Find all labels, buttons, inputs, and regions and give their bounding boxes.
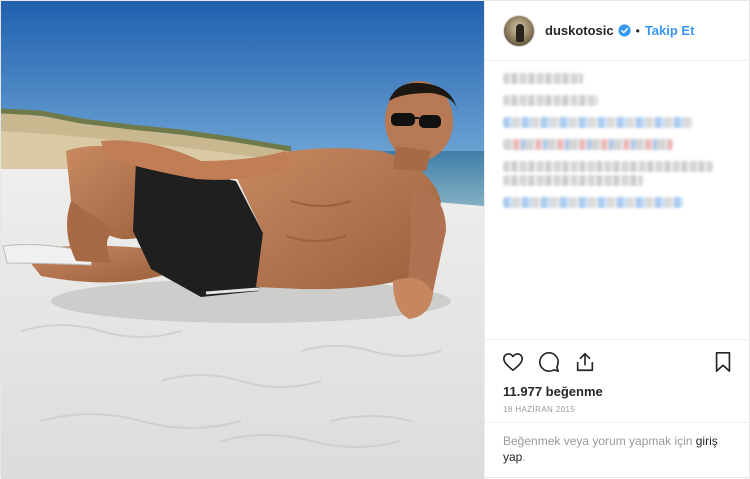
post-sidebar: duskotosic • Takip Et 11.977 beğenme 18 …: [484, 1, 749, 479]
likes-count[interactable]: 11.977 beğenme: [485, 383, 749, 401]
comments-section: [485, 61, 749, 339]
heart-icon[interactable]: [501, 350, 525, 374]
blurred-comment-line: [503, 117, 693, 128]
verified-badge-icon: [618, 24, 631, 37]
share-icon[interactable]: [573, 350, 597, 374]
username-link[interactable]: duskotosic: [545, 23, 614, 38]
action-bar: [485, 339, 749, 383]
login-prompt-text: Beğenmek veya yorum yapmak için: [503, 434, 696, 448]
post-date: 18 HAZİRAN 2015: [485, 401, 749, 423]
blurred-comment-line: [503, 175, 643, 186]
blurred-comment-line: [503, 161, 713, 172]
blurred-comment-line: [503, 197, 683, 208]
blurred-comment-line: [503, 95, 598, 106]
login-prompt-suffix: .: [522, 450, 526, 464]
beach-photo-illustration: [1, 1, 484, 479]
post-photo[interactable]: [1, 1, 484, 479]
blurred-comment-line: [503, 139, 673, 150]
login-prompt: Beğenmek veya yorum yapmak için giriş ya…: [485, 423, 749, 479]
avatar[interactable]: [503, 14, 535, 47]
bookmark-icon[interactable]: [711, 350, 735, 374]
comment-icon[interactable]: [537, 350, 561, 374]
instagram-post: duskotosic • Takip Et 11.977 beğenme 18 …: [0, 0, 750, 479]
post-header: duskotosic • Takip Et: [485, 1, 749, 61]
follow-button[interactable]: Takip Et: [645, 23, 695, 38]
separator-dot: •: [635, 23, 640, 38]
blurred-comment-line: [503, 73, 583, 84]
